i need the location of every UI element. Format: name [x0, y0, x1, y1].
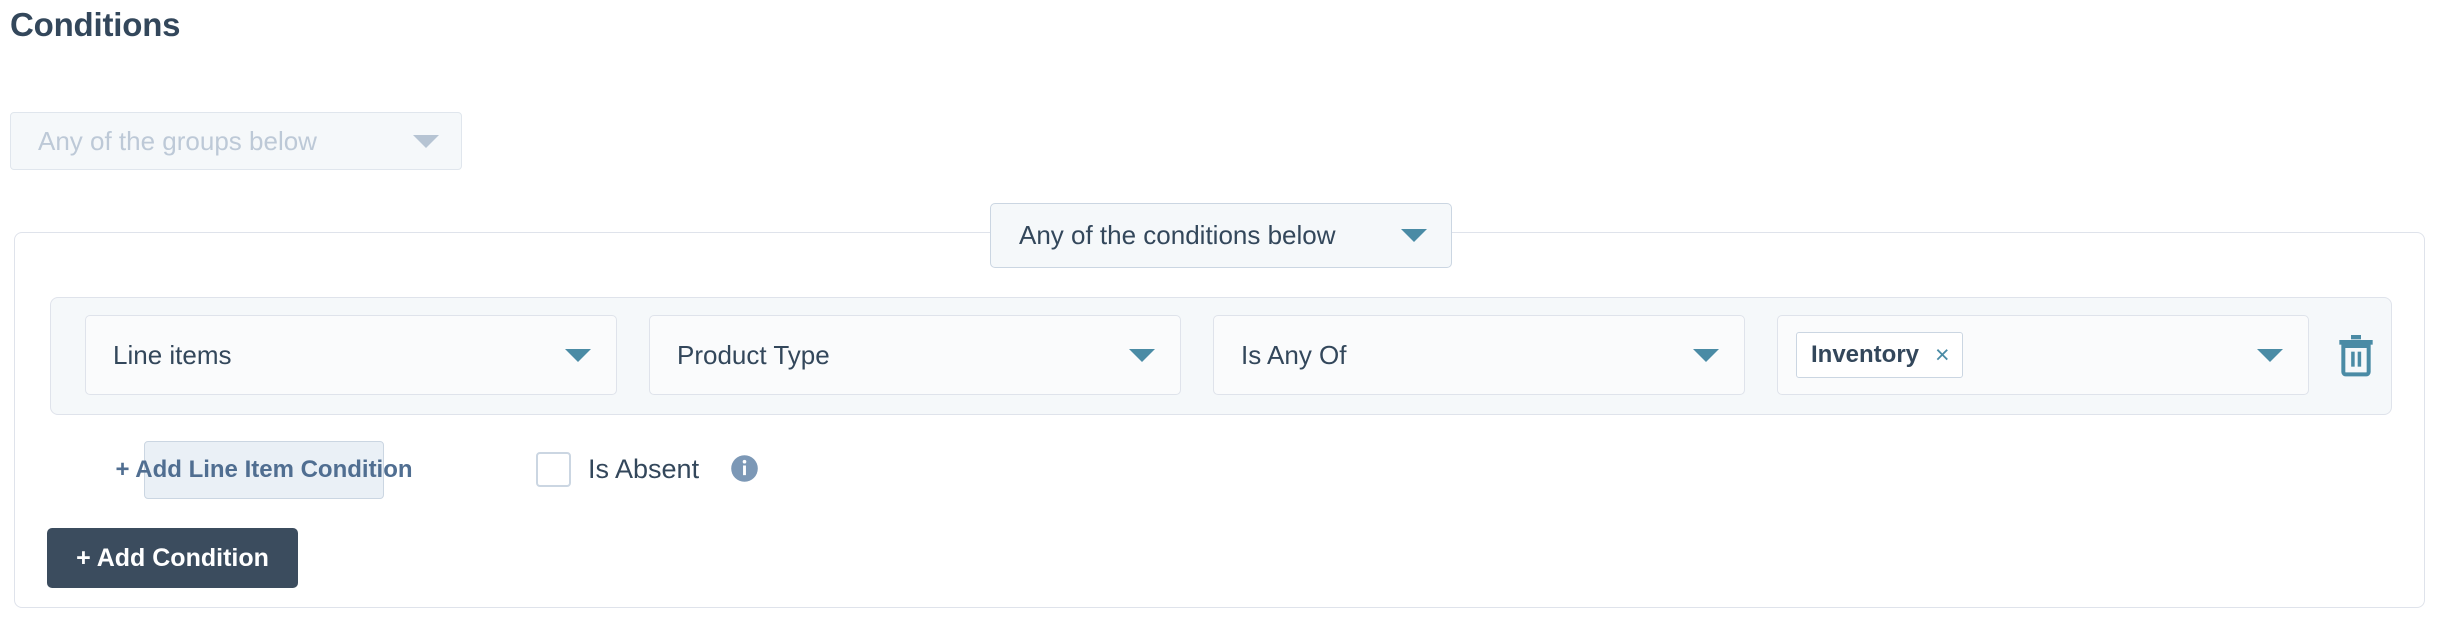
condition-object-value: Line items: [113, 339, 232, 370]
condition-value-select[interactable]: Inventory ×: [1777, 315, 2309, 395]
condition-property-value: Product Type: [677, 339, 830, 370]
chevron-down-icon: [565, 348, 591, 362]
add-line-item-condition-button[interactable]: + Add Line Item Condition: [115, 441, 413, 499]
group-logic-select-value: Any of the groups below: [38, 125, 317, 156]
value-chip-label: Inventory: [1811, 341, 1920, 368]
chevron-down-icon: [1129, 348, 1155, 362]
delete-condition-button[interactable]: [2328, 326, 2384, 384]
condition-logic-select[interactable]: Any of the conditions below: [990, 203, 1452, 268]
add-condition-button[interactable]: + Add Condition: [47, 528, 298, 588]
trash-icon: [2339, 335, 2373, 377]
is-absent-checkbox[interactable]: [536, 452, 571, 487]
chevron-down-icon: [1693, 348, 1719, 362]
chevron-down-icon: [2257, 348, 2283, 362]
conditions-container: [14, 232, 2425, 608]
chevron-down-icon: [413, 134, 439, 148]
page-title: Conditions: [10, 6, 181, 43]
condition-operator-value: Is Any Of: [1241, 339, 1347, 370]
chevron-down-icon: [1401, 229, 1427, 242]
close-icon[interactable]: ×: [1933, 342, 1952, 368]
condition-property-select[interactable]: Product Type: [649, 315, 1181, 395]
group-logic-select[interactable]: Any of the groups below: [10, 112, 462, 170]
info-icon[interactable]: [730, 454, 759, 483]
condition-object-select[interactable]: Line items: [85, 315, 617, 395]
condition-operator-select[interactable]: Is Any Of: [1213, 315, 1745, 395]
is-absent-label: Is Absent: [588, 454, 700, 484]
condition-logic-select-value: Any of the conditions below: [1019, 220, 1336, 250]
value-chip: Inventory ×: [1796, 332, 1963, 378]
